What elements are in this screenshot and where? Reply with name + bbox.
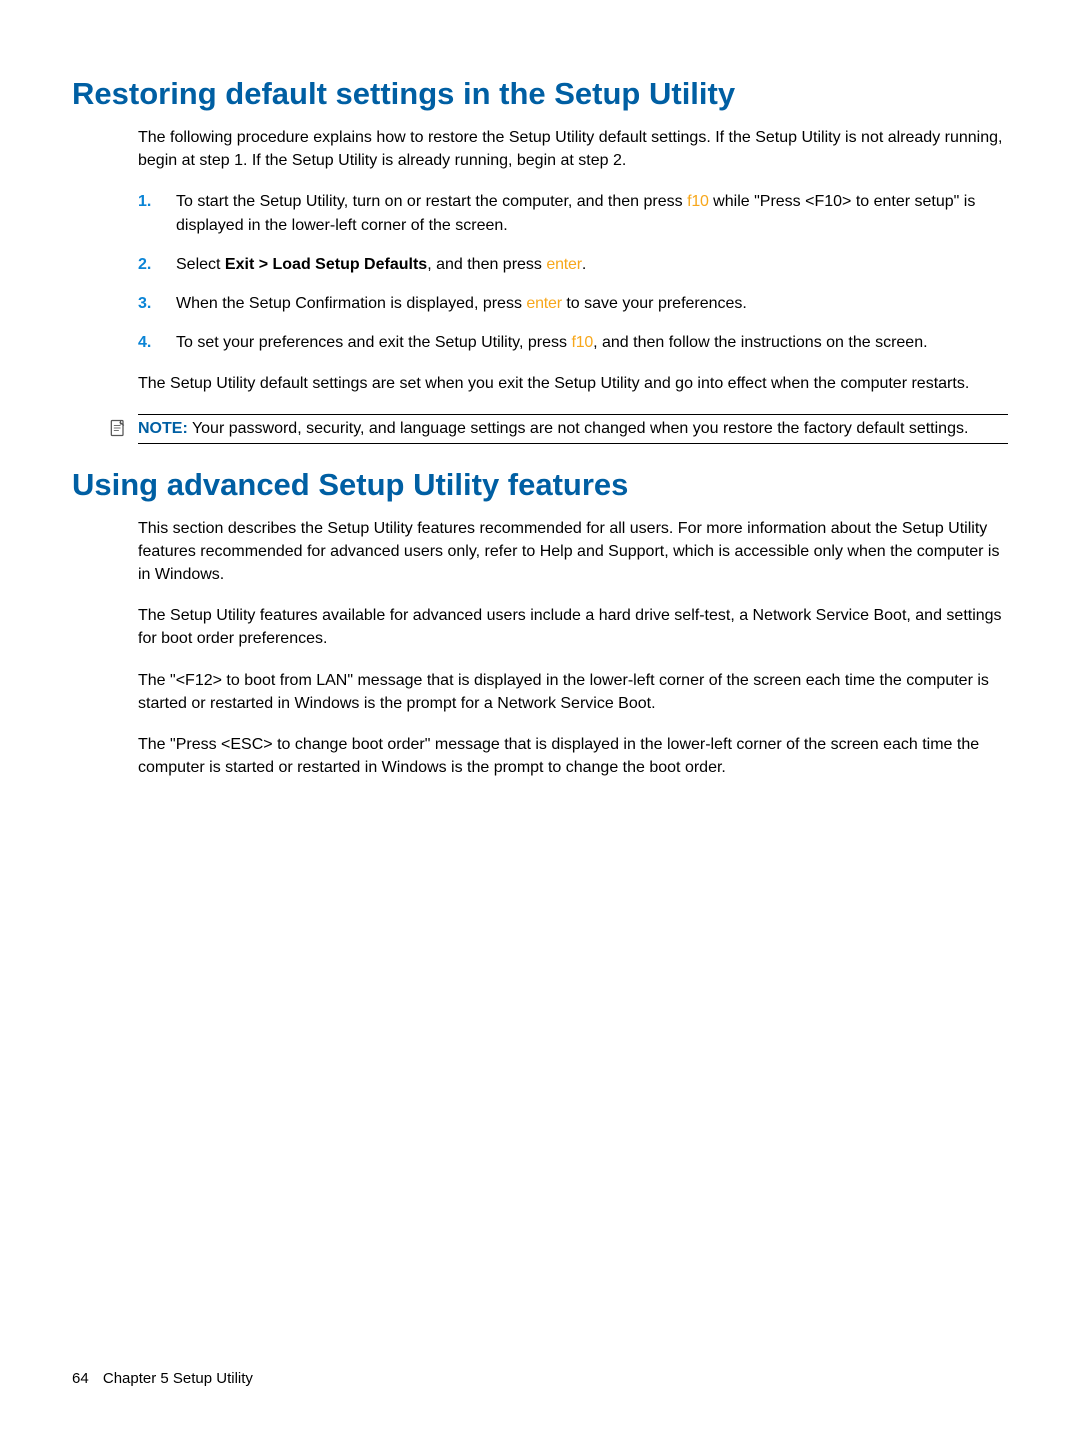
step-2: 2. Select Exit > Load Setup Defaults, an… <box>138 253 1008 276</box>
text-post: . <box>582 256 586 273</box>
section2-p1: This section describes the Setup Utility… <box>138 517 1008 587</box>
text-pre: To start the Setup Utility, turn on or r… <box>176 193 687 210</box>
ordered-steps: 1. To start the Setup Utility, turn on o… <box>138 190 1008 354</box>
step-number: 4. <box>138 331 176 354</box>
step-1: 1. To start the Setup Utility, turn on o… <box>138 190 1008 236</box>
section1-body: The following procedure explains how to … <box>138 126 1008 396</box>
step-number: 1. <box>138 190 176 236</box>
step-number: 2. <box>138 253 176 276</box>
note-text: Your password, security, and language se… <box>188 420 969 437</box>
text-post: to save your preferences. <box>562 295 747 312</box>
step-text: To start the Setup Utility, turn on or r… <box>176 190 1008 236</box>
section2-p2: The Setup Utility features available for… <box>138 604 1008 650</box>
note-icon <box>108 418 130 445</box>
keycap-f10: f10 <box>571 334 593 351</box>
section1-intro: The following procedure explains how to … <box>138 126 1008 172</box>
text-pre: Select <box>176 256 225 273</box>
menu-path: Exit > Load Setup Defaults <box>225 256 427 273</box>
heading-advanced: Using advanced Setup Utility features <box>72 467 1008 503</box>
step-text: When the Setup Confirmation is displayed… <box>176 292 1008 315</box>
step-4: 4. To set your preferences and exit the … <box>138 331 1008 354</box>
keycap-enter: enter <box>526 295 561 312</box>
text-pre: When the Setup Confirmation is displayed… <box>176 295 526 312</box>
section2-body: This section describes the Setup Utility… <box>138 517 1008 780</box>
section1-after: The Setup Utility default settings are s… <box>138 372 1008 395</box>
note-label: NOTE: <box>138 420 188 437</box>
step-text: To set your preferences and exit the Set… <box>176 331 1008 354</box>
page-footer: 64 Chapter 5 Setup Utility <box>72 1370 253 1387</box>
text-mid: , and then press <box>427 256 546 273</box>
text-pre: To set your preferences and exit the Set… <box>176 334 571 351</box>
note-box: NOTE: Your password, security, and langu… <box>108 414 1008 445</box>
chapter-title: Chapter 5 Setup Utility <box>103 1370 253 1387</box>
note-body: NOTE: Your password, security, and langu… <box>138 414 1008 444</box>
section2-p4: The "Press <ESC> to change boot order" m… <box>138 733 1008 779</box>
heading-restoring: Restoring default settings in the Setup … <box>72 76 1008 112</box>
page-number: 64 <box>72 1370 89 1387</box>
step-number: 3. <box>138 292 176 315</box>
keycap-enter: enter <box>546 256 581 273</box>
keycap-f10: f10 <box>687 193 709 210</box>
section2-p3: The "<F12> to boot from LAN" message tha… <box>138 669 1008 715</box>
text-post: , and then follow the instructions on th… <box>593 334 927 351</box>
step-text: Select Exit > Load Setup Defaults, and t… <box>176 253 1008 276</box>
step-3: 3. When the Setup Confirmation is displa… <box>138 292 1008 315</box>
